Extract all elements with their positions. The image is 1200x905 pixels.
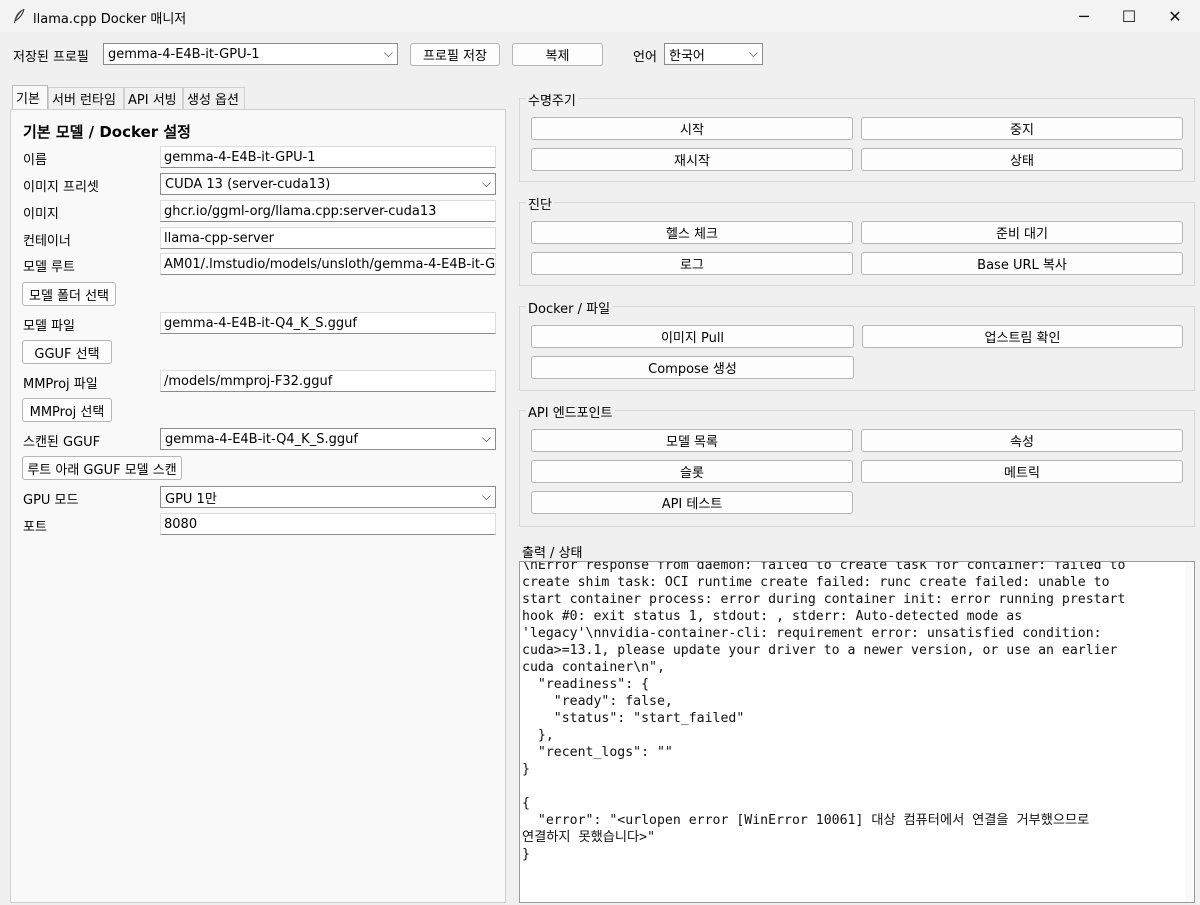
chevron-down-icon: ⌵ [481,489,491,503]
scanned-gguf-label: 스캔된 GGUF [23,435,101,450]
output-line: cuda container\n", [522,660,665,675]
lifecycle-title: 수명주기 [526,90,578,109]
container-field[interactable]: llama-cpp-server [160,227,496,249]
output-line: } [522,762,530,777]
start-button[interactable]: 시작 [531,117,853,140]
output-line: }, [522,728,554,743]
health-check-button[interactable]: 헬스 체크 [531,221,853,244]
select-gguf-button[interactable]: GGUF 선택 [22,340,112,364]
model-root-label: 모델 루트 [23,260,75,275]
language-label: 언어 [633,50,657,65]
tab-api-serving[interactable]: API 서빙 [124,87,183,109]
window-title: llama.cpp Docker 매니저 [33,12,187,27]
output-textbox[interactable]: \nError response from daemon: failed to … [519,561,1195,903]
api-endpoints-title: API 엔드포인트 [526,402,615,421]
saved-profile-label: 저장된 프로필 [13,50,89,65]
logs-button[interactable]: 로그 [531,252,853,275]
model-file-field[interactable]: gemma-4-E4B-it-Q4_K_S.gguf [160,312,496,334]
output-line: hook #0: exit status 1, stdout: , stderr… [522,609,1023,624]
chevron-down-icon: ⌵ [383,46,393,60]
output-line: 연결하지 못했습니다>" [522,830,656,845]
output-line: "readiness": { [522,677,650,692]
properties-button[interactable]: 속성 [861,429,1183,452]
output-text: \nError response from daemon: failed to … [520,561,1194,863]
output-line: start container process: error during co… [522,592,1126,607]
output-line: cuda>=13.1, please update your driver to… [522,643,1118,658]
output-scrollbar[interactable] [1185,562,1194,902]
save-profile-button[interactable]: 프로필 저장 [410,43,500,66]
tab-server-runtime[interactable]: 서버 런타임 [48,87,124,109]
title-bar: llama.cpp Docker 매니저 ─ ☐ ✕ [0,0,1200,32]
image-preset-select[interactable]: CUDA 13 (server-cuda13) ⌵ [160,173,496,195]
model-list-button[interactable]: 모델 목록 [531,429,853,452]
duplicate-button[interactable]: 복제 [512,43,603,66]
output-title: 출력 / 상태 [522,546,583,561]
name-label: 이름 [23,153,47,168]
chevron-down-icon: ⌵ [748,46,758,60]
port-field[interactable]: 8080 [160,513,496,535]
metrics-button[interactable]: 메트릭 [861,460,1183,483]
language-select[interactable]: 한국어 ⌵ [664,43,763,65]
gpu-mode-select[interactable]: GPU 1만 ⌵ [160,486,496,508]
tab-basic[interactable]: 기본 [12,85,48,109]
diagnostics-title: 진단 [526,194,554,213]
mmproj-file-label: MMProj 파일 [23,377,98,392]
image-preset-value: CUDA 13 (server-cuda13) [165,176,331,192]
mmproj-file-field[interactable]: /models/mmproj-F32.gguf [160,370,496,392]
chevron-down-icon: ⌵ [481,176,491,190]
section-heading: 기본 모델 / Docker 설정 [23,123,191,141]
check-upstream-button[interactable]: 업스트림 확인 [862,325,1183,348]
maximize-button[interactable]: ☐ [1106,0,1152,32]
minimize-icon: ─ [1079,6,1089,26]
copy-base-url-button[interactable]: Base URL 복사 [861,252,1183,275]
close-icon: ✕ [1168,6,1182,26]
output-line: "ready": false, [522,694,673,709]
output-line: "recent_logs": "" [522,745,673,760]
output-line: \nError response from daemon: failed to … [522,561,1126,573]
select-model-folder-button[interactable]: 모델 폴더 선택 [22,282,116,306]
api-test-button[interactable]: API 테스트 [531,491,853,514]
output-line: } [522,847,530,862]
wait-ready-button[interactable]: 준비 대기 [861,221,1183,244]
image-field[interactable]: ghcr.io/ggml-org/llama.cpp:server-cuda13 [160,200,496,222]
container-label: 컨테이너 [23,234,71,249]
chevron-down-icon: ⌵ [481,431,491,445]
name-field[interactable]: gemma-4-E4B-it-GPU-1 [160,146,496,168]
gpu-mode-value: GPU 1만 [165,491,217,507]
stop-button[interactable]: 중지 [861,117,1183,140]
pull-image-button[interactable]: 이미지 Pull [531,325,854,348]
output-line: create shim task: OCI runtime create fai… [522,575,1110,590]
profile-select[interactable]: gemma-4-E4B-it-GPU-1 ⌵ [103,43,398,65]
slots-button[interactable]: 슬롯 [531,460,853,483]
minimize-button[interactable]: ─ [1061,0,1107,32]
output-line: 'legacy'\nnvidia-container-cli: requirem… [522,626,1102,641]
output-line: "status": "start_failed" [522,711,745,726]
scanned-gguf-value: gemma-4-E4B-it-Q4_K_S.gguf [165,431,358,447]
status-button[interactable]: 상태 [861,148,1183,171]
scan-gguf-button[interactable]: 루트 아래 GGUF 모델 스캔 [22,456,182,480]
image-preset-label: 이미지 프리셋 [23,180,99,195]
model-root-field[interactable]: AM01/.lmstudio/models/unsloth/gemma-4-E4… [160,253,496,275]
generate-compose-button[interactable]: Compose 생성 [531,356,854,379]
output-line: "error": "<urlopen error [WinError 10061… [522,813,1090,828]
scanned-gguf-select[interactable]: gemma-4-E4B-it-Q4_K_S.gguf ⌵ [160,428,496,450]
language-select-value: 한국어 [669,48,705,64]
gpu-mode-label: GPU 모드 [23,493,79,508]
output-line: { [522,796,530,811]
port-label: 포트 [23,520,47,535]
maximize-icon: ☐ [1121,6,1137,26]
tab-generation-options[interactable]: 생성 옵션 [183,87,245,109]
restart-button[interactable]: 재시작 [531,148,853,171]
select-mmproj-button[interactable]: MMProj 선택 [22,398,112,422]
image-label: 이미지 [23,207,59,222]
close-button[interactable]: ✕ [1152,0,1198,32]
profile-select-value: gemma-4-E4B-it-GPU-1 [108,46,260,62]
model-file-label: 모델 파일 [23,319,75,334]
feather-icon [14,8,25,23]
docker-files-title: Docker / 파일 [526,298,613,317]
